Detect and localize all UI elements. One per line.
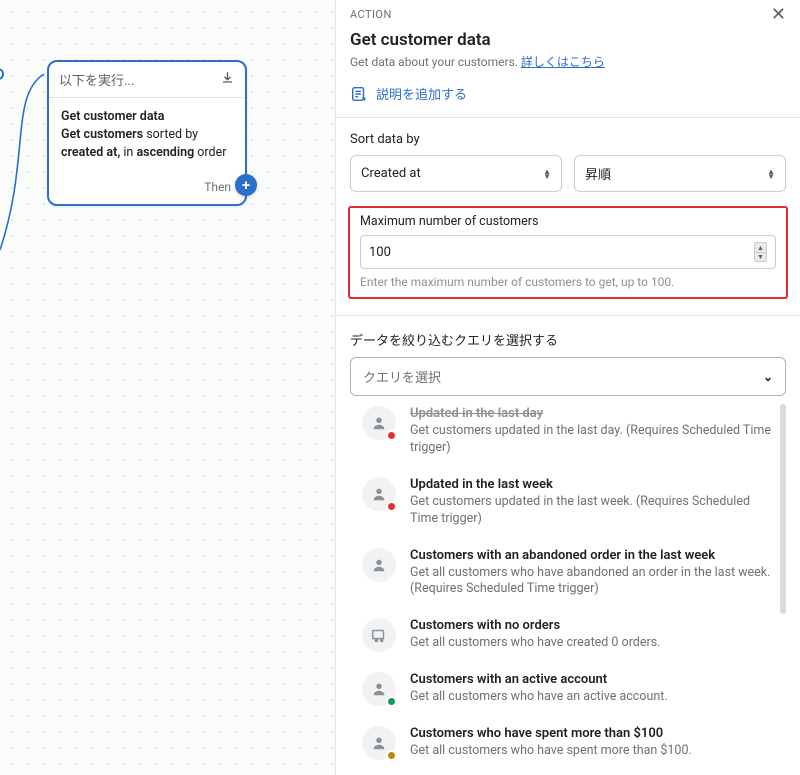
node-title: Get customer data — [61, 108, 233, 126]
sort-direction-select[interactable]: 昇順 ▲▼ — [574, 155, 786, 192]
sort-field-select[interactable]: Created at ▲▼ — [350, 155, 562, 192]
download-icon[interactable] — [220, 70, 235, 89]
node-input-port[interactable] — [0, 68, 4, 80]
query-option[interactable]: Customers with no orders Get all custome… — [354, 608, 782, 662]
select-chevron-icon: ▲▼ — [543, 169, 551, 179]
query-label: データを絞り込むクエリを選択する — [350, 330, 786, 349]
action-panel: ACTION ✕ Get customer data Get data abou… — [335, 0, 800, 775]
learn-more-link[interactable]: 詳しくはこちら — [521, 55, 605, 69]
close-icon[interactable]: ✕ — [771, 6, 786, 24]
add-step-button[interactable]: + — [235, 174, 257, 196]
panel-title: Get customer data — [350, 30, 786, 50]
node-header-label: 以下を実行... — [59, 70, 134, 89]
chevron-down-icon: ⌄ — [763, 370, 773, 384]
node-body: Get customer data Get customers sorted b… — [49, 98, 245, 176]
max-customers-label: Maximum number of customers — [360, 214, 776, 229]
query-option[interactable]: Updated in the last day Get customers up… — [354, 404, 782, 467]
flow-node[interactable]: 以下を実行... Get customer data Get customers… — [47, 60, 247, 206]
query-select[interactable]: クエリを選択 ⌄ — [350, 357, 786, 396]
max-customers-highlight: Maximum number of customers 100 ▲▼ Enter… — [348, 206, 788, 299]
node-then-label: Then — [204, 180, 231, 194]
number-stepper[interactable]: ▲▼ — [754, 242, 767, 262]
query-option[interactable]: Customers with an abandoned order in the… — [354, 538, 782, 609]
query-options-list: Updated in the last day Get customers up… — [350, 404, 786, 775]
cart-icon — [362, 618, 396, 652]
query-option[interactable]: Customers who have spent more than $100 … — [354, 716, 782, 770]
panel-subtitle: Get data about your customers. 詳しくはこちら — [350, 53, 786, 70]
person-icon — [362, 406, 396, 440]
panel-label: ACTION — [350, 8, 392, 21]
note-icon — [350, 85, 368, 103]
max-customers-input[interactable]: 100 ▲▼ — [360, 235, 776, 269]
add-description-button[interactable]: 説明を追加する — [350, 84, 786, 103]
person-icon — [362, 672, 396, 706]
person-icon — [362, 548, 396, 582]
select-chevron-icon: ▲▼ — [767, 169, 775, 179]
max-customers-help: Enter the maximum number of customers to… — [360, 275, 776, 289]
person-icon — [362, 477, 396, 511]
sort-label: Sort data by — [350, 132, 786, 147]
flow-canvas[interactable]: 以下を実行... Get customer data Get customers… — [0, 0, 335, 775]
query-option[interactable]: Updated in the last week Get customers u… — [354, 467, 782, 538]
person-icon — [362, 726, 396, 760]
scrollbar[interactable] — [780, 404, 786, 614]
query-option[interactable]: Customers with an active account Get all… — [354, 662, 782, 716]
